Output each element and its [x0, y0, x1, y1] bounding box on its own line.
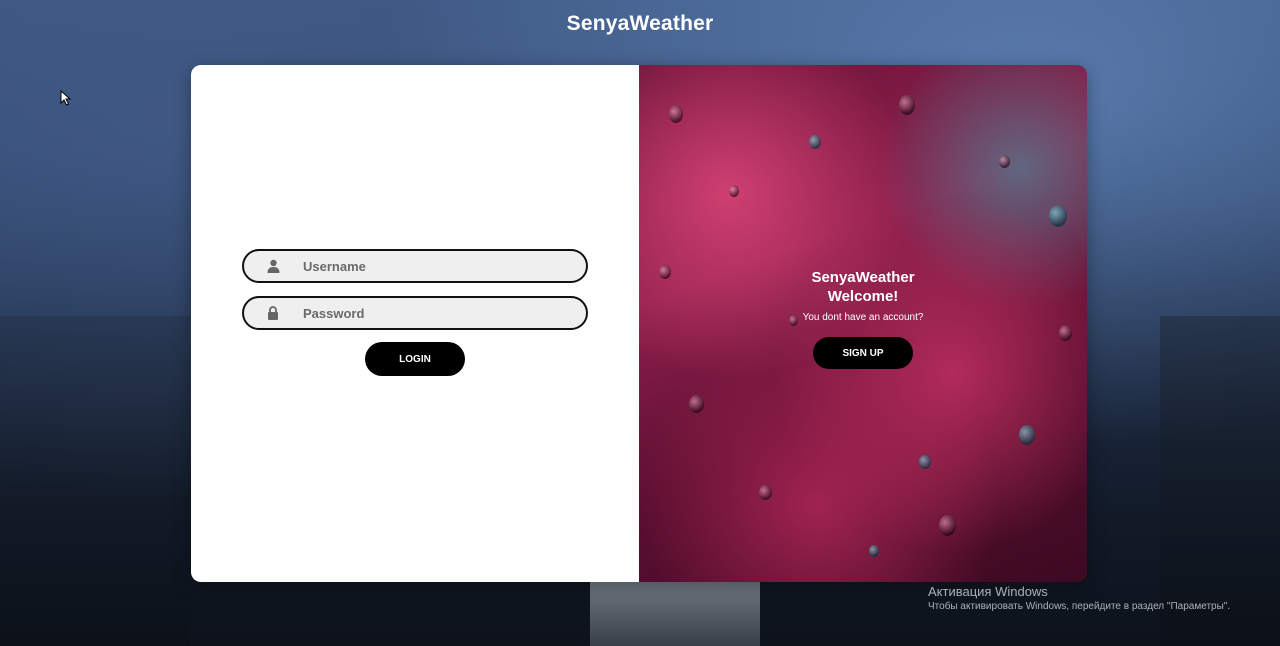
raindrop-decoration	[999, 155, 1010, 168]
raindrop-decoration	[759, 485, 772, 500]
site-title: SenyaWeather	[566, 12, 714, 35]
raindrop-decoration	[939, 515, 956, 536]
auth-card: LOGIN SenyaWeather Welcome! You dont hav…	[191, 65, 1087, 582]
signup-prompt: You dont have an account?	[802, 312, 924, 323]
signup-button[interactable]: SIGN UP	[813, 337, 913, 369]
raindrop-decoration	[809, 135, 821, 149]
welcome-panel: SenyaWeather Welcome! You dont have an a…	[639, 65, 1087, 582]
watermark-title: Активация Windows	[928, 584, 1048, 599]
welcome-message: SenyaWeather Welcome! You dont have an a…	[639, 268, 1087, 323]
windows-activation-watermark: Активация Windows Чтобы активировать Win…	[928, 584, 1230, 612]
background-building	[590, 582, 760, 646]
password-input[interactable]	[301, 304, 565, 322]
welcome-brand: SenyaWeather	[811, 269, 915, 286]
username-field[interactable]	[242, 249, 588, 283]
lock-icon	[265, 305, 281, 321]
raindrop-decoration	[919, 455, 931, 469]
login-panel: LOGIN	[191, 65, 639, 582]
welcome-greeting: Welcome!	[827, 288, 899, 305]
login-button[interactable]: LOGIN	[365, 342, 465, 376]
raindrop-decoration	[899, 95, 915, 115]
raindrop-decoration	[689, 395, 704, 413]
watermark-subtitle: Чтобы активировать Windows, перейдите в …	[928, 601, 1231, 612]
password-field[interactable]	[242, 296, 588, 330]
username-input[interactable]	[301, 257, 565, 275]
raindrop-decoration	[669, 105, 683, 123]
raindrop-decoration	[729, 185, 739, 197]
raindrop-decoration	[1049, 205, 1067, 227]
raindrop-decoration	[1019, 425, 1035, 445]
user-icon	[265, 258, 281, 274]
mouse-cursor-icon	[60, 89, 72, 111]
raindrop-decoration	[1059, 325, 1072, 341]
background-building	[0, 316, 190, 646]
raindrop-decoration	[869, 545, 879, 557]
